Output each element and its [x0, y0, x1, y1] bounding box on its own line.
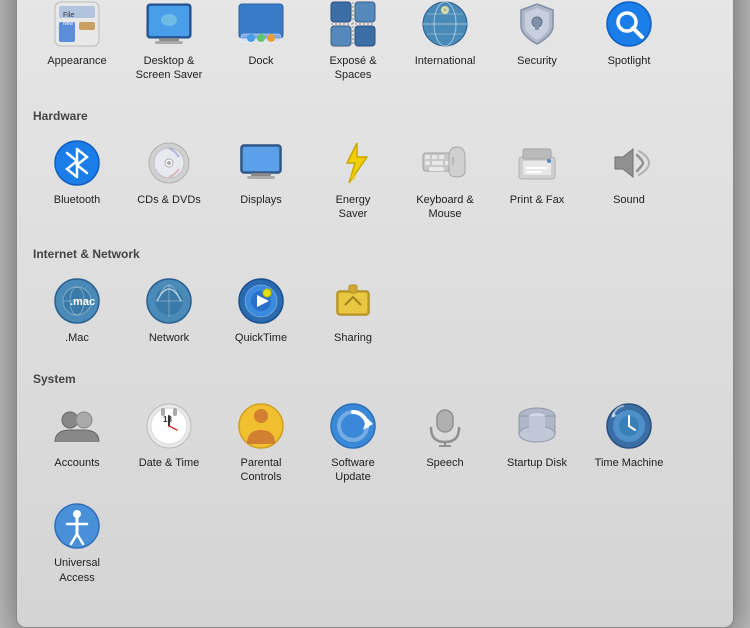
appearance-label: Appearance: [47, 54, 106, 68]
network-icon: [143, 275, 195, 327]
spotlight-label: Spotlight: [608, 54, 651, 68]
cds-dvds-icon: [143, 137, 195, 189]
international-label: International: [415, 54, 476, 68]
displays-icon: [235, 137, 287, 189]
pref-item-sound[interactable]: Sound: [585, 131, 673, 228]
pref-item-bluetooth[interactable]: Bluetooth: [33, 131, 121, 228]
section-grid-hardware: Bluetooth CDs & DVDs: [33, 131, 717, 238]
preferences-content: Personal File New Appearance: [17, 0, 733, 627]
sharing-label: Sharing: [334, 331, 372, 345]
pref-item-mac[interactable]: .mac .Mac: [33, 269, 121, 351]
svg-text:File: File: [63, 12, 74, 19]
network-label: Network: [149, 331, 189, 345]
desktop-screensaver-label: Desktop &Screen Saver: [136, 54, 203, 83]
svg-text:18: 18: [163, 415, 172, 424]
pref-item-print-fax[interactable]: Print & Fax: [493, 131, 581, 228]
pref-item-universal-access[interactable]: UniversalAccess: [33, 494, 121, 591]
bluetooth-label: Bluetooth: [54, 193, 100, 207]
pref-item-time-machine[interactable]: Time Machine: [585, 394, 673, 491]
pref-item-software-update[interactable]: SoftwareUpdate: [309, 394, 397, 491]
spotlight-icon: [603, 0, 655, 50]
section-hardware: Hardware Bluetooth: [33, 109, 717, 238]
accounts-icon: [51, 400, 103, 452]
pref-item-quicktime[interactable]: QuickTime: [217, 269, 305, 351]
section-internet-network: Internet & Network .mac .Mac: [33, 247, 717, 361]
pref-item-dock[interactable]: Dock: [217, 0, 305, 89]
dock-label: Dock: [248, 54, 273, 68]
pref-item-international[interactable]: International: [401, 0, 489, 89]
security-label: Security: [517, 54, 557, 68]
section-label-system: System: [33, 372, 717, 386]
pref-item-displays[interactable]: Displays: [217, 131, 305, 228]
displays-label: Displays: [240, 193, 282, 207]
print-fax-label: Print & Fax: [510, 193, 564, 207]
pref-item-keyboard-mouse[interactable]: Keyboard &Mouse: [401, 131, 489, 228]
appearance-icon: File New: [51, 0, 103, 50]
universal-access-icon: [51, 500, 103, 552]
svg-text:.mac: .mac: [70, 296, 95, 308]
cds-dvds-label: CDs & DVDs: [137, 193, 201, 207]
parental-controls-label: ParentalControls: [241, 456, 282, 485]
startup-disk-label: Startup Disk: [507, 456, 567, 470]
pref-item-parental-controls[interactable]: ParentalControls: [217, 394, 305, 491]
mac-icon: .mac: [51, 275, 103, 327]
dock-icon: [235, 0, 287, 50]
quicktime-label: QuickTime: [235, 331, 287, 345]
sound-icon: [603, 137, 655, 189]
keyboard-mouse-label: Keyboard &Mouse: [416, 193, 473, 222]
section-grid-personal: File New Appearance: [33, 0, 717, 99]
pref-item-energy-saver[interactable]: EnergySaver: [309, 131, 397, 228]
time-machine-icon: [603, 400, 655, 452]
energy-saver-label: EnergySaver: [336, 193, 371, 222]
desktop-screensaver-icon: [143, 0, 195, 50]
pref-item-sharing[interactable]: Sharing: [309, 269, 397, 351]
pref-item-cds-dvds[interactable]: CDs & DVDs: [125, 131, 213, 228]
startup-disk-icon: [511, 400, 563, 452]
pref-item-desktop-screensaver[interactable]: Desktop &Screen Saver: [125, 0, 213, 89]
universal-access-label: UniversalAccess: [54, 556, 100, 585]
svg-text:New: New: [63, 21, 73, 27]
bluetooth-icon: [51, 137, 103, 189]
pref-item-accounts[interactable]: Accounts: [33, 394, 121, 491]
sound-label: Sound: [613, 193, 645, 207]
section-system: System Accounts: [33, 372, 717, 601]
section-label-internet-network: Internet & Network: [33, 247, 717, 261]
energy-saver-icon: [327, 137, 379, 189]
date-time-label: Date & Time: [139, 456, 200, 470]
pref-item-speech[interactable]: Speech: [401, 394, 489, 491]
system-preferences-window: ◀ ▶ Show All System Preferences Personal: [16, 0, 734, 628]
software-update-label: SoftwareUpdate: [331, 456, 374, 485]
pref-item-appearance[interactable]: File New Appearance: [33, 0, 121, 89]
international-icon: [419, 0, 471, 50]
section-grid-system: Accounts 18 Date &: [33, 394, 717, 601]
security-icon: [511, 0, 563, 50]
speech-label: Speech: [426, 456, 463, 470]
expose-spaces-label: Exposé &Spaces: [329, 54, 376, 83]
pref-item-network[interactable]: Network: [125, 269, 213, 351]
pref-item-startup-disk[interactable]: Startup Disk: [493, 394, 581, 491]
pref-item-expose-spaces[interactable]: Exposé &Spaces: [309, 0, 397, 89]
pref-item-security[interactable]: Security: [493, 0, 581, 89]
section-grid-internet-network: .mac .Mac: [33, 269, 717, 361]
quicktime-icon: [235, 275, 287, 327]
speech-icon: [419, 400, 471, 452]
date-time-icon: 18: [143, 400, 195, 452]
section-personal: Personal File New Appearance: [33, 0, 717, 99]
parental-controls-icon: [235, 400, 287, 452]
pref-item-spotlight[interactable]: Spotlight: [585, 0, 673, 89]
section-label-hardware: Hardware: [33, 109, 717, 123]
software-update-icon: [327, 400, 379, 452]
sharing-icon: [327, 275, 379, 327]
time-machine-label: Time Machine: [595, 456, 664, 470]
mac-label: .Mac: [65, 331, 89, 345]
accounts-label: Accounts: [54, 456, 99, 470]
expose-spaces-icon: [327, 0, 379, 50]
pref-item-date-time[interactable]: 18 Date & Time: [125, 394, 213, 491]
print-fax-icon: [511, 137, 563, 189]
keyboard-mouse-icon: [419, 137, 471, 189]
